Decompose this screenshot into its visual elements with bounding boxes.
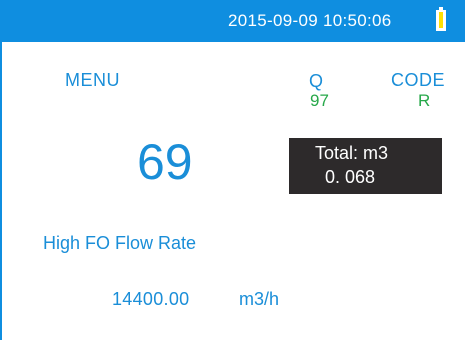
- status-bar: 2015-09-09 10:50:06: [0, 0, 465, 42]
- total-label: Total: m3: [315, 143, 389, 163]
- flow-rate-unit: m3/h: [239, 289, 280, 309]
- battery-level-fill: [439, 12, 443, 28]
- status-datetime: 2015-09-09 10:50:06: [228, 11, 392, 30]
- battery-icon: [436, 7, 446, 31]
- q-value: 97: [310, 91, 329, 110]
- code-label: CODE: [391, 70, 446, 90]
- menu-label: MENU: [65, 70, 120, 90]
- q-label: Q: [309, 71, 324, 91]
- menu-title: High FO Flow Rate: [43, 233, 197, 253]
- flow-rate-value: 14400.00: [112, 289, 190, 309]
- left-border: [0, 42, 2, 340]
- total-value: 0. 068: [325, 167, 376, 187]
- total-display: Total: m3 0. 068: [289, 138, 442, 194]
- menu-number: 69: [137, 134, 193, 190]
- code-value: R: [418, 91, 431, 110]
- flowmeter-screen: 2015-09-09 10:50:06 MENU Q 97 CODE R 69 …: [0, 0, 465, 340]
